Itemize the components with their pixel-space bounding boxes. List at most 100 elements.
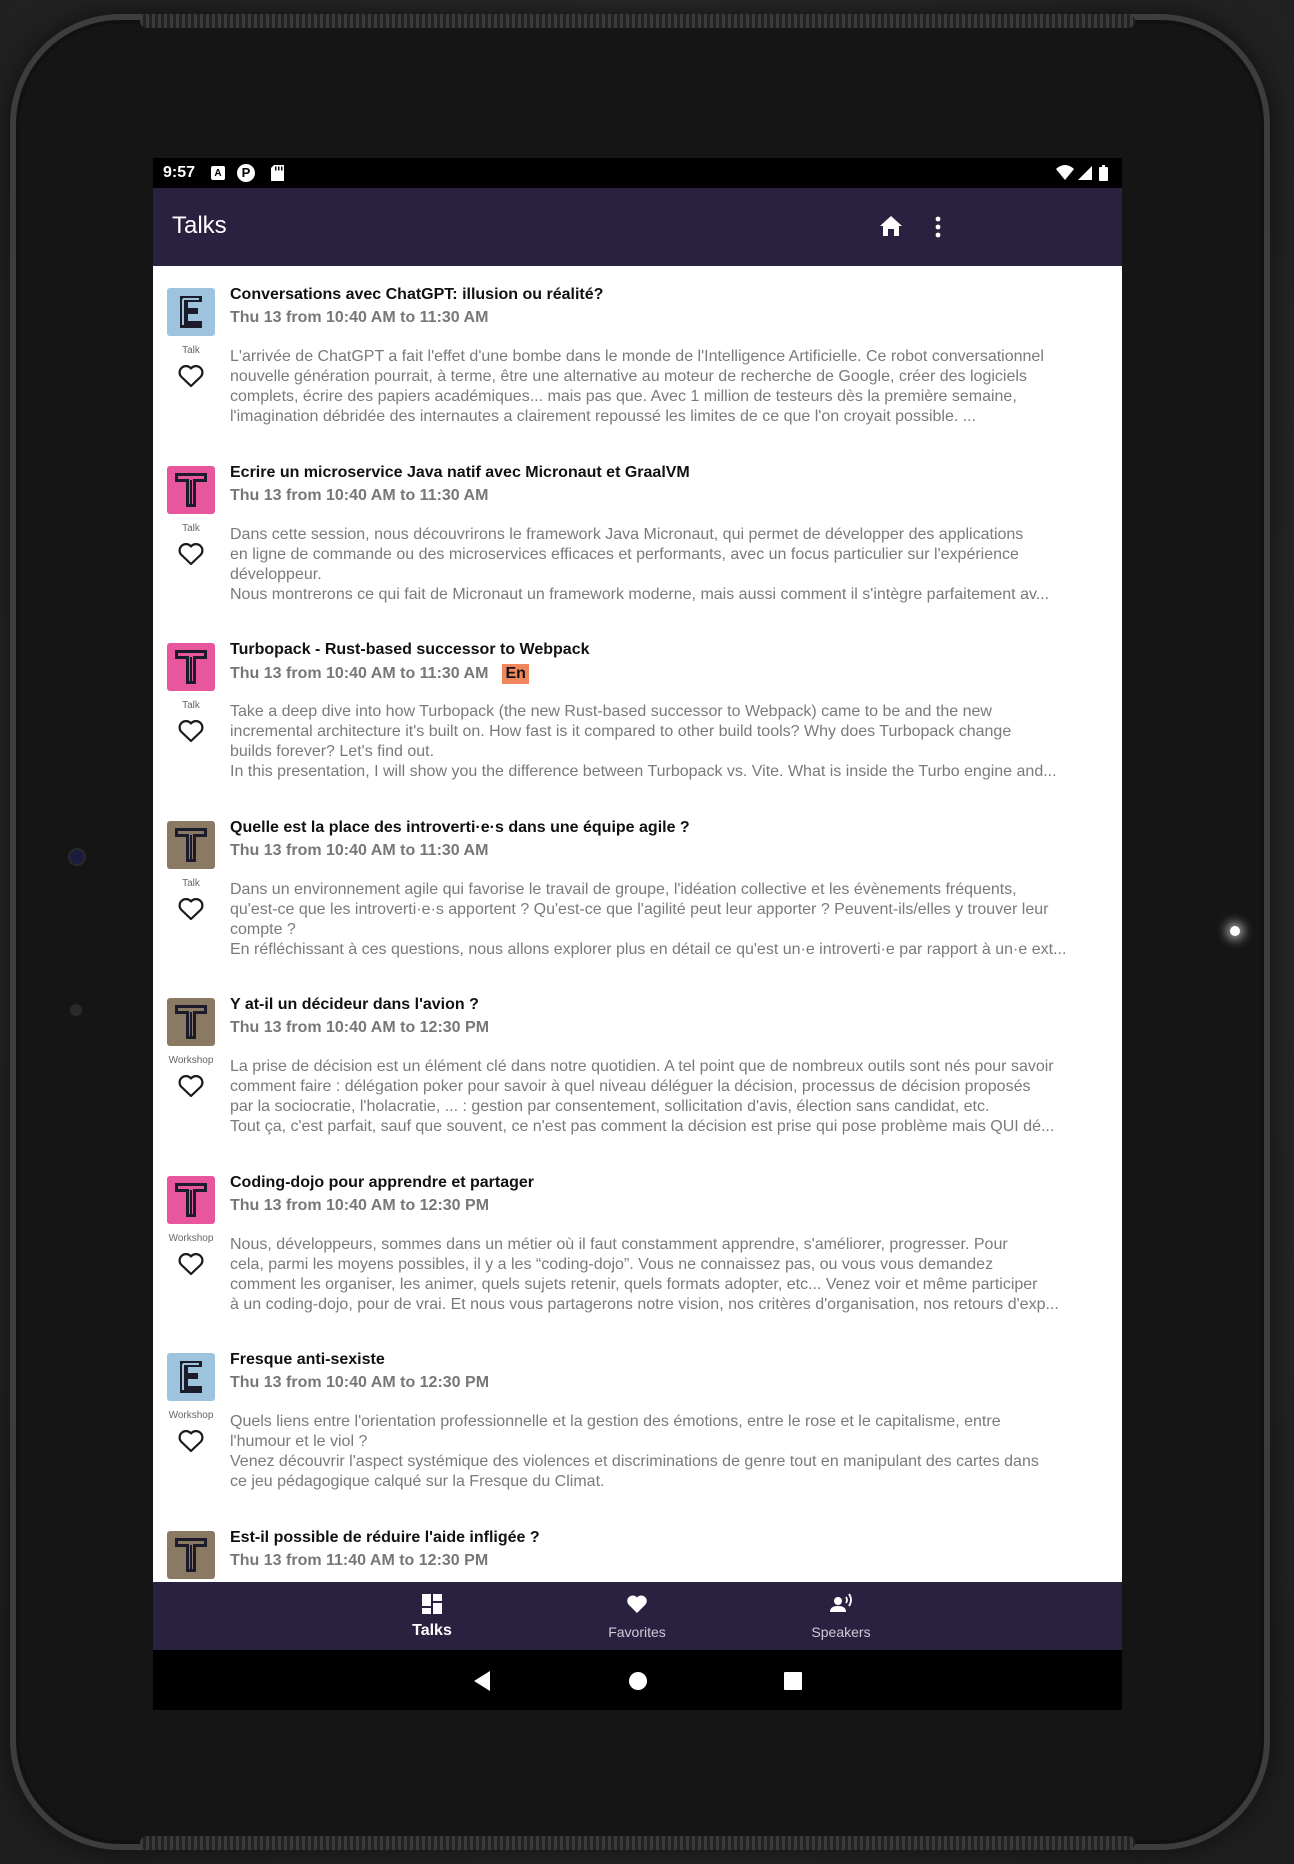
talk-item[interactable]: Talk Ecrire un microservice Java natif av… <box>153 444 1122 621</box>
nav-favorites[interactable]: Favorites <box>577 1582 697 1650</box>
speaker-icon <box>830 1593 852 1612</box>
description-line: Venez découvrir l'aspect systémique des … <box>230 1453 1039 1470</box>
nav-talks-label: Talks <box>412 1622 452 1639</box>
nav-talks[interactable]: Talks <box>372 1582 492 1650</box>
description-line: Quels liens entre l'orientation professi… <box>230 1413 1001 1430</box>
overflow-menu-button[interactable] <box>923 207 953 247</box>
talk-item[interactable]: Talk Conversations avec ChatGPT: illusion… <box>153 266 1122 443</box>
status-bar: 9:57 A P <box>153 158 1122 188</box>
talk-logo <box>167 998 215 1046</box>
event-logo-t-icon <box>167 1530 215 1579</box>
description-line: ce jeu pédagogique calqué sur la Fresque… <box>230 1473 605 1490</box>
heart-outline-icon <box>178 542 204 565</box>
description-line: builds forever? Let's find out. <box>230 743 435 760</box>
page-title: Talks <box>172 212 227 239</box>
favorite-button[interactable] <box>177 896 205 922</box>
talk-time: Thu 13 from 10:40 AM to 12:30 PM <box>230 1019 489 1037</box>
recents-icon[interactable] <box>780 1668 806 1694</box>
talk-logo <box>167 1175 215 1224</box>
talk-time-text: Thu 13 from 11:40 AM to 12:30 PM <box>230 1551 489 1569</box>
description-line: comment les organiser, les animer, quels… <box>230 1275 1038 1293</box>
talk-item[interactable]: Workshop Fresque anti-sexiste Thu 13 from … <box>153 1331 1122 1508</box>
talk-time-text: Thu 13 from 10:40 AM to 12:30 PM <box>230 1374 490 1391</box>
back-icon[interactable] <box>470 1668 496 1694</box>
description-line: Tout ça, c'est parfait, sauf que souvent… <box>230 1118 1055 1135</box>
event-logo-t-icon <box>167 998 215 1046</box>
talk-time: Thu 13 from 10:40 AM to 11:30 AM <box>230 309 488 327</box>
description-line: nouvelle génération pourrait, à terme, ê… <box>230 368 1027 385</box>
talk-list[interactable]: Talk Conversations avec ChatGPT: illusion… <box>153 266 1122 1582</box>
description-line: Nous montrerons ce qui fait de Micronaut… <box>230 585 1050 603</box>
nav-speakers-label: Speakers <box>811 1624 871 1640</box>
talk-type-label: Workshop <box>168 1410 214 1421</box>
talk-description: Quels liens entre l'orientation professi… <box>230 1412 1110 1492</box>
talk-description: Take a deep dive into how Turbopack (the… <box>230 702 1110 782</box>
description-line: Dans cette session, nous découvrirons le… <box>230 525 1024 543</box>
description-line: développeur. <box>230 565 322 583</box>
more-vert-icon <box>935 216 941 238</box>
system-navigation-bar <box>153 1650 1122 1710</box>
heart-outline-icon <box>178 1075 204 1098</box>
nav-favorites-label: Favorites <box>608 1624 666 1640</box>
talk-item[interactable]: Workshop Y at-il un décideur dans l'avion… <box>153 976 1122 1153</box>
description-line: l'humour et le viol ? <box>230 1433 368 1450</box>
favorite-button[interactable] <box>177 1073 205 1099</box>
talk-type-label: Talk <box>182 700 200 711</box>
speaker-grille-top <box>140 14 1135 28</box>
description-line: Dans un environnement agile qui favorise… <box>230 880 1017 898</box>
talk-title: Y at-il un décideur dans l'avion ? <box>230 996 479 1013</box>
favorite-button[interactable] <box>177 363 205 389</box>
talk-time-text: Thu 13 from 10:40 AM to 11:30 AM <box>230 309 489 326</box>
talk-title: Coding-dojo pour apprendre et partager <box>230 1173 535 1191</box>
talk-description: Dans cette session, nous découvrirons le… <box>230 525 1110 605</box>
talk-title: Turbopack - Rust-based successor to Webp… <box>230 641 590 658</box>
sd-card-icon <box>271 165 284 181</box>
talk-time: Thu 13 from 10:40 AM to 12:30 PM <box>230 1374 489 1392</box>
speaker-grille-bottom <box>140 1836 1135 1850</box>
talk-title: Fresque anti-sexiste <box>230 1351 385 1368</box>
talk-time-text: Thu 13 from 10:40 AM to 11:30 AM <box>230 841 489 859</box>
nav-speakers[interactable]: Speakers <box>781 1582 901 1650</box>
heart-outline-icon <box>178 1430 204 1453</box>
event-logo-e-icon <box>167 288 215 336</box>
talk-time: Thu 13 from 10:40 AM to 11:30 AM <box>230 842 488 860</box>
heart-outline-icon <box>178 897 204 920</box>
home-circle-icon[interactable] <box>625 1668 651 1694</box>
favorite-button[interactable] <box>177 1251 205 1277</box>
description-line: par la sociocratie, l'holacratie, ... : … <box>230 1098 990 1115</box>
talk-time-text: Thu 13 from 10:40 AM to 11:30 AM <box>230 665 489 682</box>
language-badge: En <box>502 664 529 684</box>
event-logo-t-icon <box>167 1175 215 1224</box>
favorite-button[interactable] <box>177 1428 205 1454</box>
talk-time: Thu 13 from 11:40 AM to 12:30 PM <box>230 1552 488 1570</box>
battery-icon <box>1099 165 1108 181</box>
favorite-button[interactable] <box>177 718 205 744</box>
talk-time-text: Thu 13 from 10:40 AM to 11:30 AM <box>230 486 489 504</box>
home-button[interactable] <box>871 207 911 247</box>
description-line: en ligne de commande ou des microservice… <box>230 545 1019 563</box>
description-line: La prise de décision est un élément clé … <box>230 1058 1054 1075</box>
favorite-button[interactable] <box>177 541 205 567</box>
led-light <box>1230 926 1240 936</box>
description-line: l'imagination débridée des internautes a… <box>230 408 977 425</box>
talk-type-label: Talk <box>182 877 200 889</box>
talk-item[interactable]: Talk Quelle est la place des introverti·e… <box>153 799 1122 976</box>
talk-time-text: Thu 13 from 10:40 AM to 12:30 PM <box>230 1019 490 1036</box>
talk-item[interactable]: Workshop Coding-dojo pour apprendre et pa… <box>153 1154 1122 1331</box>
dashboard-icon <box>422 1594 442 1614</box>
system-status-icons <box>1056 165 1108 181</box>
tablet-device: 9:57 A P Talks Talk Conversations avec C… <box>0 0 1294 1864</box>
talk-title: Est-il possible de réduire l'aide inflig… <box>230 1528 540 1546</box>
heart-icon <box>627 1595 647 1613</box>
talk-item[interactable]: Talk Turbopack - Rust-based successor to … <box>153 621 1122 798</box>
talk-logo <box>167 1530 215 1579</box>
talk-logo <box>167 465 215 514</box>
talk-logo <box>167 1353 215 1401</box>
talk-type-label: Talk <box>182 345 200 356</box>
a-notification-icon: A <box>211 166 225 180</box>
talk-time-text: Thu 13 from 10:40 AM to 12:30 PM <box>230 1196 490 1214</box>
talk-item[interactable]: Est-il possible de réduire l'aide inflig… <box>153 1509 1122 1583</box>
status-time: 9:57 <box>163 164 196 181</box>
front-camera <box>68 848 86 866</box>
talk-title: Quelle est la place des introverti·e·s d… <box>230 818 690 836</box>
